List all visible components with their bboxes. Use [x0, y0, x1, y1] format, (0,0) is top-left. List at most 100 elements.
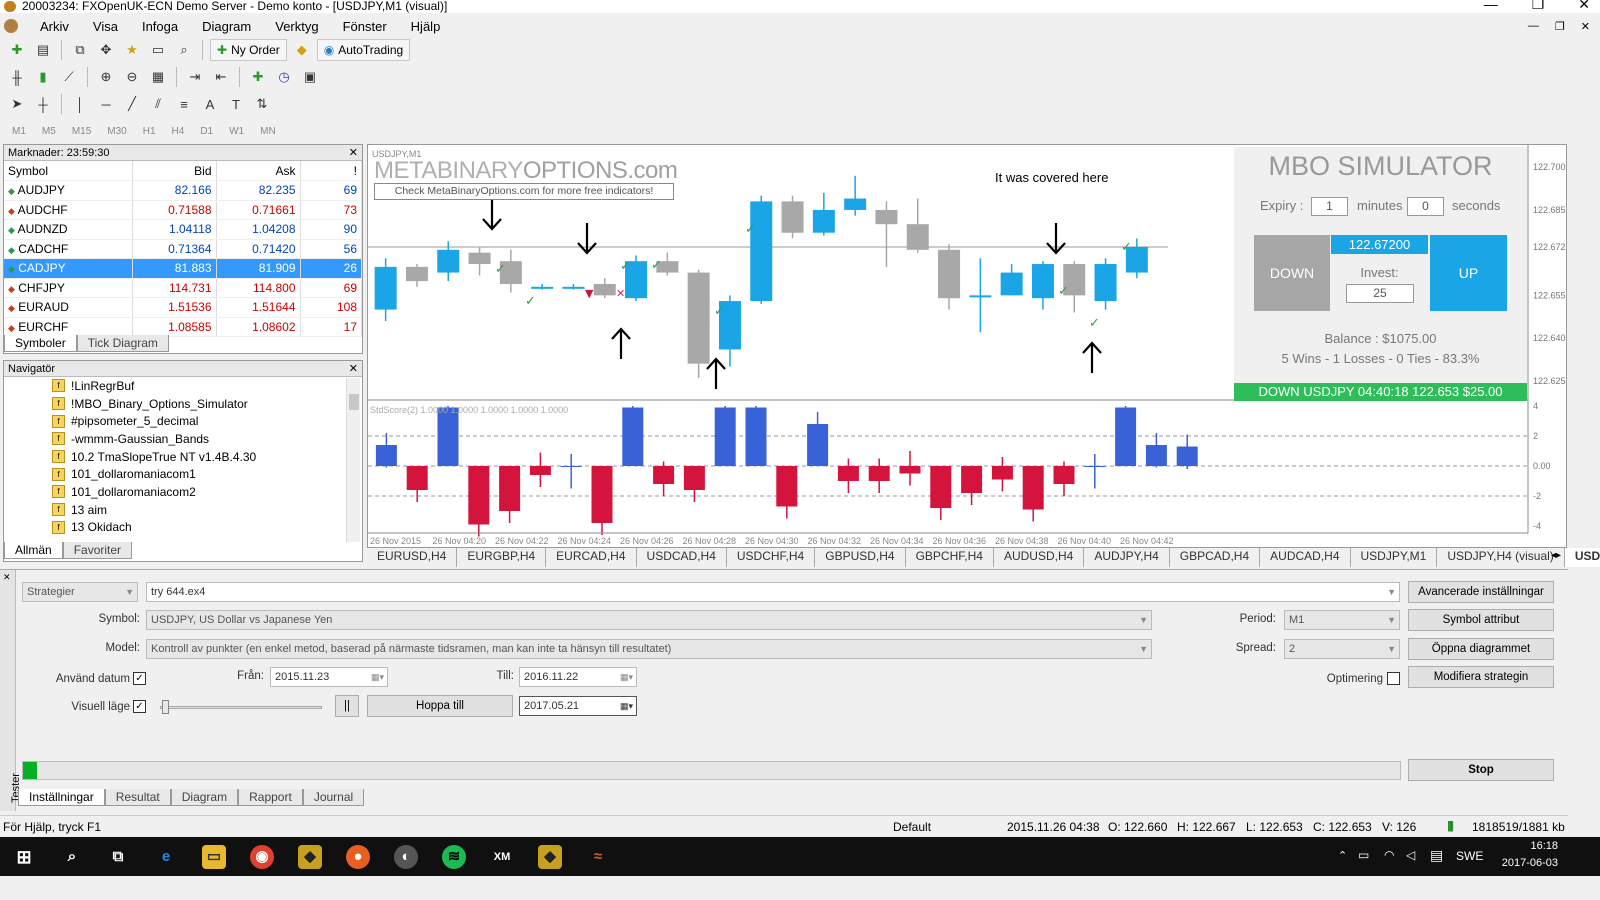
- periods-icon[interactable]: ◷: [273, 66, 295, 88]
- chart-tab[interactable]: AUDJPY,H4: [1084, 548, 1170, 567]
- terminal-icon[interactable]: ▭: [147, 39, 169, 61]
- invest-input[interactable]: 25: [1346, 284, 1414, 303]
- vertical-line-icon[interactable]: │: [69, 93, 91, 115]
- timeframe-mn[interactable]: MN: [254, 126, 282, 137]
- tab-symboler[interactable]: Symboler: [4, 335, 77, 352]
- expiry-seconds-input[interactable]: 0: [1407, 197, 1444, 216]
- navigator-item[interactable]: f 13 aim: [4, 501, 362, 519]
- to-date-input[interactable]: 2016.11.22 ▦▾: [519, 667, 637, 687]
- timeframe-m30[interactable]: M30: [101, 126, 132, 137]
- chart-tab[interactable]: USDJPY,H4 (visual): [1437, 548, 1565, 567]
- spotify-icon[interactable]: ≋: [442, 845, 466, 869]
- chart-tab[interactable]: EURUSD,H4: [367, 548, 458, 567]
- symbol-cell[interactable]: ◆ EURAUD: [4, 297, 133, 318]
- bar-chart-icon[interactable]: ╫: [6, 66, 28, 88]
- strategy-tester-icon[interactable]: ⌕: [173, 39, 195, 61]
- symbol-cell[interactable]: ◆ CHFJPY: [4, 278, 133, 298]
- table-row[interactable]: ◆ EURCHF 1.08585 1.08602 17: [4, 317, 362, 337]
- symbol-cell[interactable]: ◆ AUDJPY: [4, 180, 133, 201]
- trading-app-2-icon[interactable]: ◆: [538, 845, 562, 869]
- chart-tab[interactable]: USDJPY,M1: [1351, 548, 1438, 567]
- tester-tab[interactable]: Diagram: [170, 789, 239, 806]
- edge-icon[interactable]: e: [154, 845, 178, 869]
- indicators-icon[interactable]: ✚: [247, 66, 269, 88]
- chart-tab[interactable]: USDCAD,H4: [637, 548, 727, 567]
- tab-favoriter[interactable]: Favoriter: [62, 542, 133, 559]
- chart-tab[interactable]: GBPCAD,H4: [1170, 548, 1261, 567]
- model-select[interactable]: Kontroll av punkter (en enkel metod, bas…: [146, 639, 1152, 659]
- table-row[interactable]: ◆ CHFJPY 114.731 114.800 69: [4, 278, 362, 298]
- chart-app-icon[interactable]: ≈: [586, 845, 610, 869]
- navigator-icon[interactable]: ★: [121, 39, 143, 61]
- fibonacci-icon[interactable]: ≡: [173, 93, 195, 115]
- tester-tab[interactable]: Inställningar: [18, 789, 105, 806]
- wifi-icon[interactable]: ◠: [1384, 848, 1394, 862]
- use-date-checkbox[interactable]: ✓: [133, 672, 146, 685]
- expert-select[interactable]: try 644.ex4 ▼: [146, 582, 1400, 602]
- tile-windows-icon[interactable]: ▦: [147, 66, 169, 88]
- navigator-scrollbar[interactable]: [346, 378, 360, 542]
- text-icon[interactable]: A: [199, 93, 221, 115]
- maximize-button[interactable]: ❐: [1532, 0, 1545, 11]
- zoom-in-icon[interactable]: ⊕: [95, 66, 117, 88]
- file-explorer-icon[interactable]: ▭: [202, 845, 226, 869]
- trendline-icon[interactable]: ╱: [121, 93, 143, 115]
- skip-to-button[interactable]: Hoppa till: [367, 695, 513, 717]
- timeframe-w1[interactable]: W1: [223, 126, 250, 137]
- volume-icon[interactable]: ◁: [1406, 848, 1415, 862]
- child-restore-button[interactable]: ❐: [1555, 20, 1565, 33]
- stop-button[interactable]: Stop: [1408, 759, 1554, 781]
- task-view-icon[interactable]: ⧉: [106, 845, 130, 869]
- timeframe-h4[interactable]: H4: [166, 126, 191, 137]
- navigator-item[interactable]: f !LinRegrBuf: [4, 377, 362, 395]
- tester-tab[interactable]: Resultat: [104, 789, 171, 806]
- scrollbar-thumb[interactable]: [349, 394, 359, 410]
- menu-diagram[interactable]: Diagram: [200, 19, 253, 34]
- visual-mode-checkbox[interactable]: ✓: [133, 700, 146, 713]
- menu-infoga[interactable]: Infoga: [140, 19, 180, 34]
- navigator-item[interactable]: f -wmmm-Gaussian_Bands: [4, 430, 362, 448]
- horizontal-line-icon[interactable]: ─: [95, 93, 117, 115]
- symbol-cell[interactable]: ◆ AUDCHF: [4, 200, 133, 220]
- period-select[interactable]: M1 ▼: [1284, 610, 1400, 630]
- table-row[interactable]: ◆ CADCHF 0.71364 0.71420 56: [4, 239, 362, 259]
- table-row[interactable]: ◆ AUDCHF 0.71588 0.71661 73: [4, 200, 362, 220]
- new-order-button[interactable]: ✚ Ny Order: [210, 39, 287, 61]
- notification-icon[interactable]: ▤: [1430, 847, 1443, 864]
- language-indicator[interactable]: SWE: [1456, 849, 1483, 863]
- chart-tab[interactable]: GBPUSD,H4: [815, 548, 906, 567]
- table-row[interactable]: ◆ AUDJPY 82.166 82.235 69: [4, 180, 362, 201]
- chrome-icon[interactable]: ◉: [250, 845, 274, 869]
- slider-thumb[interactable]: [162, 700, 169, 714]
- table-row[interactable]: ◆ AUDNZD 1.04118 1.04208 90: [4, 219, 362, 240]
- child-minimize-button[interactable]: —: [1528, 20, 1539, 33]
- tray-chevron-icon[interactable]: ⌃: [1338, 849, 1347, 862]
- expiry-minutes-input[interactable]: 1: [1311, 197, 1348, 216]
- skip-date-input[interactable]: 2017.05.21 ▦▾: [519, 696, 637, 716]
- zoom-out-icon[interactable]: ⊖: [121, 66, 143, 88]
- column-bid[interactable]: Bid: [132, 161, 217, 181]
- timeframe-m15[interactable]: M15: [66, 126, 97, 137]
- type-select[interactable]: Strategier ▼: [22, 582, 138, 602]
- speed-slider[interactable]: [160, 700, 322, 714]
- text-label-icon[interactable]: T: [225, 93, 247, 115]
- symbol-cell[interactable]: ◆ EURCHF: [4, 317, 133, 337]
- symbol-select[interactable]: USDJPY, US Dollar vs Japanese Yen ▼: [146, 610, 1152, 630]
- chart-tab[interactable]: USDCHF,H4: [727, 548, 816, 567]
- clock-date[interactable]: 2017-06-03: [1492, 857, 1558, 869]
- chart-tab[interactable]: AUDCAD,H4: [1260, 548, 1351, 567]
- from-date-input[interactable]: 2015.11.23 ▦▾: [270, 667, 388, 687]
- minimize-button[interactable]: —: [1484, 0, 1498, 11]
- menu-hjalp[interactable]: Hjälp: [409, 19, 443, 34]
- tab-tick-diagram[interactable]: Tick Diagram: [76, 335, 169, 352]
- firefox-icon[interactable]: ●: [346, 845, 370, 869]
- menu-verktyg[interactable]: Verktyg: [273, 19, 320, 34]
- calendar-icon[interactable]: ▦▾: [620, 668, 633, 686]
- chart-tab[interactable]: EURGBP,H4: [457, 548, 547, 567]
- tab-allman[interactable]: Allmän: [4, 542, 63, 559]
- calendar-icon[interactable]: ▦▾: [620, 697, 633, 715]
- start-icon[interactable]: ⊞: [12, 845, 36, 869]
- metatrader-icon[interactable]: ◐: [394, 845, 418, 869]
- timeframe-h1[interactable]: H1: [137, 126, 162, 137]
- symbol-cell[interactable]: ◆ CADCHF: [4, 239, 133, 259]
